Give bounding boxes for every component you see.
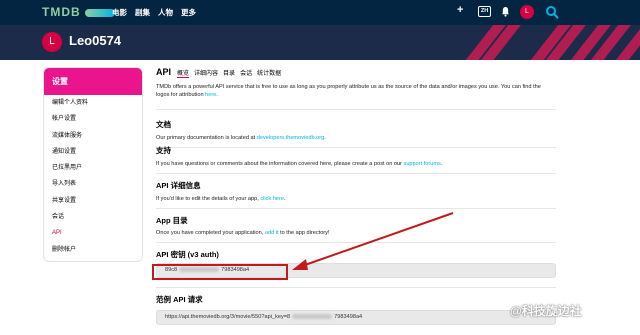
tab-stats[interactable]: 统计数据 — [257, 68, 281, 77]
add-it-link[interactable]: add it — [265, 230, 279, 236]
logo-text: TMDB — [42, 5, 81, 19]
sidebar-item-blocked[interactable]: 已拉黑用户 — [44, 160, 142, 176]
profile-avatar[interactable]: L — [42, 32, 62, 52]
menu-item-more[interactable]: 更多 — [181, 7, 196, 18]
docs-text: Our primary documentation is located at … — [156, 135, 326, 141]
user-avatar-small[interactable]: L — [520, 5, 534, 19]
example-request-heading: 范例 API 请求 — [156, 295, 203, 304]
tmdb-logo[interactable]: TMDB — [42, 5, 115, 19]
details-text-tail: . — [283, 196, 286, 202]
logos-link[interactable]: here — [205, 92, 216, 98]
docs-text-tail: . — [324, 135, 326, 141]
sidebar-item-notifications[interactable]: 通知设置 — [44, 144, 142, 160]
support-text-body: If you have questions or comments about … — [156, 161, 404, 167]
sidebar-item-sharing[interactable]: 共享设置 — [44, 193, 142, 209]
tab-details[interactable]: 详细内容 — [194, 68, 218, 77]
top-navigation: TMDB 电影 剧集 人物 更多 + ZH L — [0, 0, 640, 25]
sidebar-item-import[interactable]: 导入列表 — [44, 176, 142, 192]
divider — [156, 109, 556, 110]
sidebar-item-delete-account[interactable]: 删除帐户 — [44, 242, 142, 258]
page-title: API — [156, 67, 172, 77]
docs-link[interactable]: developers.themoviedb.org — [257, 135, 324, 141]
sidebar-title: 设置 — [44, 68, 142, 95]
divider — [156, 173, 556, 174]
docs-heading: 文档 — [156, 120, 171, 129]
watermark: @科技旋边社 — [510, 304, 582, 318]
tab-directory[interactable]: 目录 — [223, 68, 235, 77]
plus-icon[interactable]: + — [457, 4, 463, 16]
app-directory-heading: App 目录 — [156, 216, 188, 225]
sidebar-item-account[interactable]: 帐户设置 — [44, 111, 142, 127]
appdir-text-body: Once you have completed your application… — [156, 230, 265, 236]
settings-sidebar: 设置 编辑个人资料 帐户设置 流媒体服务 通知设置 已拉黑用户 导入列表 共享设… — [43, 67, 143, 262]
divider — [156, 208, 556, 209]
details-text: If you'd like to edit the details of you… — [156, 196, 286, 202]
docs-text-body: Our primary documentation is located at — [156, 135, 257, 141]
details-text-body: If you'd like to edit the details of you… — [156, 196, 261, 202]
intro-text-b: . — [216, 92, 218, 98]
api-key-heading: API 密钥 (v3 auth) — [156, 250, 219, 259]
menu-item-movies[interactable]: 电影 — [112, 7, 127, 18]
api-main-panel: API 概览 详细内容 目录 会话 统计数据 TMDb offers a pow… — [156, 67, 556, 325]
search-icon[interactable] — [545, 5, 559, 19]
menu-item-tv[interactable]: 剧集 — [135, 7, 150, 18]
divider — [156, 287, 556, 288]
tab-overview[interactable]: 概览 — [177, 68, 190, 78]
intro-text: TMDb offers a powerful API service that … — [156, 83, 551, 99]
example-request-field[interactable]: https://api.themoviedb.org/3/movie/550?a… — [156, 310, 556, 325]
sidebar-item-sessions[interactable]: 会话 — [44, 209, 142, 225]
api-tabs: API 概览 详细内容 目录 会话 统计数据 — [156, 67, 556, 81]
support-text: If you have questions or comments about … — [156, 161, 442, 167]
support-forums-link[interactable]: support forums — [404, 161, 441, 167]
details-heading: API 详细信息 — [156, 181, 201, 190]
main-menu: 电影 剧集 人物 更多 — [112, 7, 196, 18]
language-button[interactable]: ZH — [478, 6, 491, 17]
redacted-blur — [292, 314, 333, 320]
tab-sessions[interactable]: 会话 — [240, 68, 252, 77]
highlight-box — [152, 264, 288, 280]
bell-icon[interactable] — [501, 6, 510, 17]
divider — [156, 147, 556, 148]
request-prefix: https://api.themoviedb.org/3/movie/550?a… — [165, 314, 291, 320]
request-suffix: 7983498a4 — [334, 314, 363, 320]
support-text-tail: . — [440, 161, 443, 167]
click-here-link[interactable]: click here — [260, 196, 284, 202]
annotation-arrow — [292, 212, 454, 270]
sidebar-item-api[interactable]: API — [44, 225, 142, 241]
sidebar-item-edit-profile[interactable]: 编辑个人资料 — [44, 95, 142, 111]
support-heading: 支持 — [156, 146, 171, 155]
logo-pill — [84, 8, 115, 17]
profile-username[interactable]: Leo0574 — [69, 33, 121, 48]
sidebar-item-streaming[interactable]: 流媒体服务 — [44, 128, 142, 144]
menu-item-people[interactable]: 人物 — [158, 7, 173, 18]
